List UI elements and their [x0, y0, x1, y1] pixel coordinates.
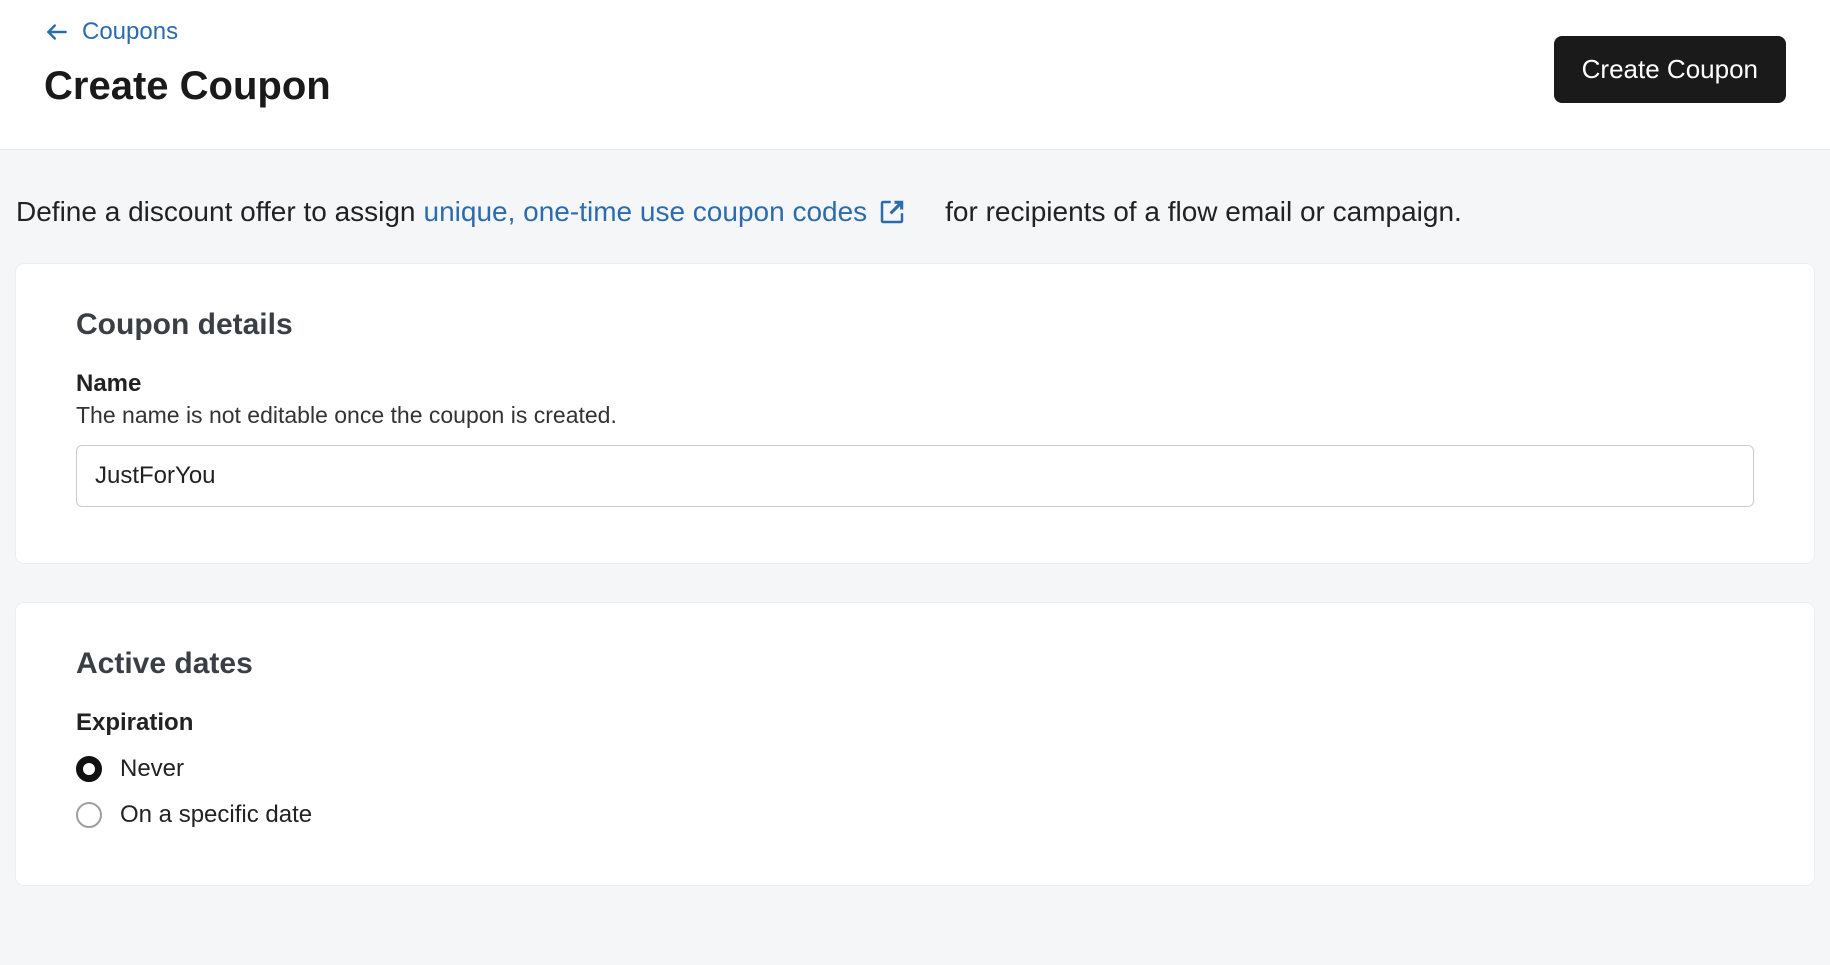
radio-label: On a specific date — [120, 801, 312, 829]
expiration-option-never[interactable]: Never — [76, 755, 1754, 783]
radio-label: Never — [120, 755, 184, 783]
content-area: Define a discount offer to assign unique… — [0, 150, 1830, 965]
expiration-radio-group: Never On a specific date — [76, 755, 1754, 829]
external-link-icon — [877, 197, 907, 227]
active-dates-title: Active dates — [76, 647, 1754, 681]
coupon-details-title: Coupon details — [76, 308, 1754, 342]
coupon-details-card: Coupon details Name The name is not edit… — [16, 264, 1814, 563]
breadcrumb-label: Coupons — [82, 18, 178, 46]
name-input[interactable] — [76, 445, 1754, 507]
page-description: Define a discount offer to assign unique… — [16, 150, 1814, 264]
description-suffix: for recipients of a flow email or campai… — [945, 196, 1462, 228]
create-coupon-button[interactable]: Create Coupon — [1554, 36, 1786, 103]
name-label: Name — [76, 370, 1754, 398]
radio-icon — [76, 756, 102, 782]
link-text: unique, one-time use coupon codes — [424, 196, 868, 228]
radio-icon — [76, 802, 102, 828]
description-prefix: Define a discount offer to assign — [16, 196, 416, 228]
breadcrumb-back[interactable]: Coupons — [44, 18, 331, 46]
page-header: Coupons Create Coupon Create Coupon — [0, 0, 1830, 150]
header-left: Coupons Create Coupon — [44, 18, 331, 109]
active-dates-card: Active dates Expiration Never On a speci… — [16, 603, 1814, 885]
page-title: Create Coupon — [44, 64, 331, 109]
arrow-left-icon — [44, 19, 70, 45]
name-help: The name is not editable once the coupon… — [76, 402, 1754, 429]
expiration-label: Expiration — [76, 709, 1754, 737]
expiration-option-specific-date[interactable]: On a specific date — [76, 801, 1754, 829]
coupon-codes-link[interactable]: unique, one-time use coupon codes — [424, 196, 908, 228]
